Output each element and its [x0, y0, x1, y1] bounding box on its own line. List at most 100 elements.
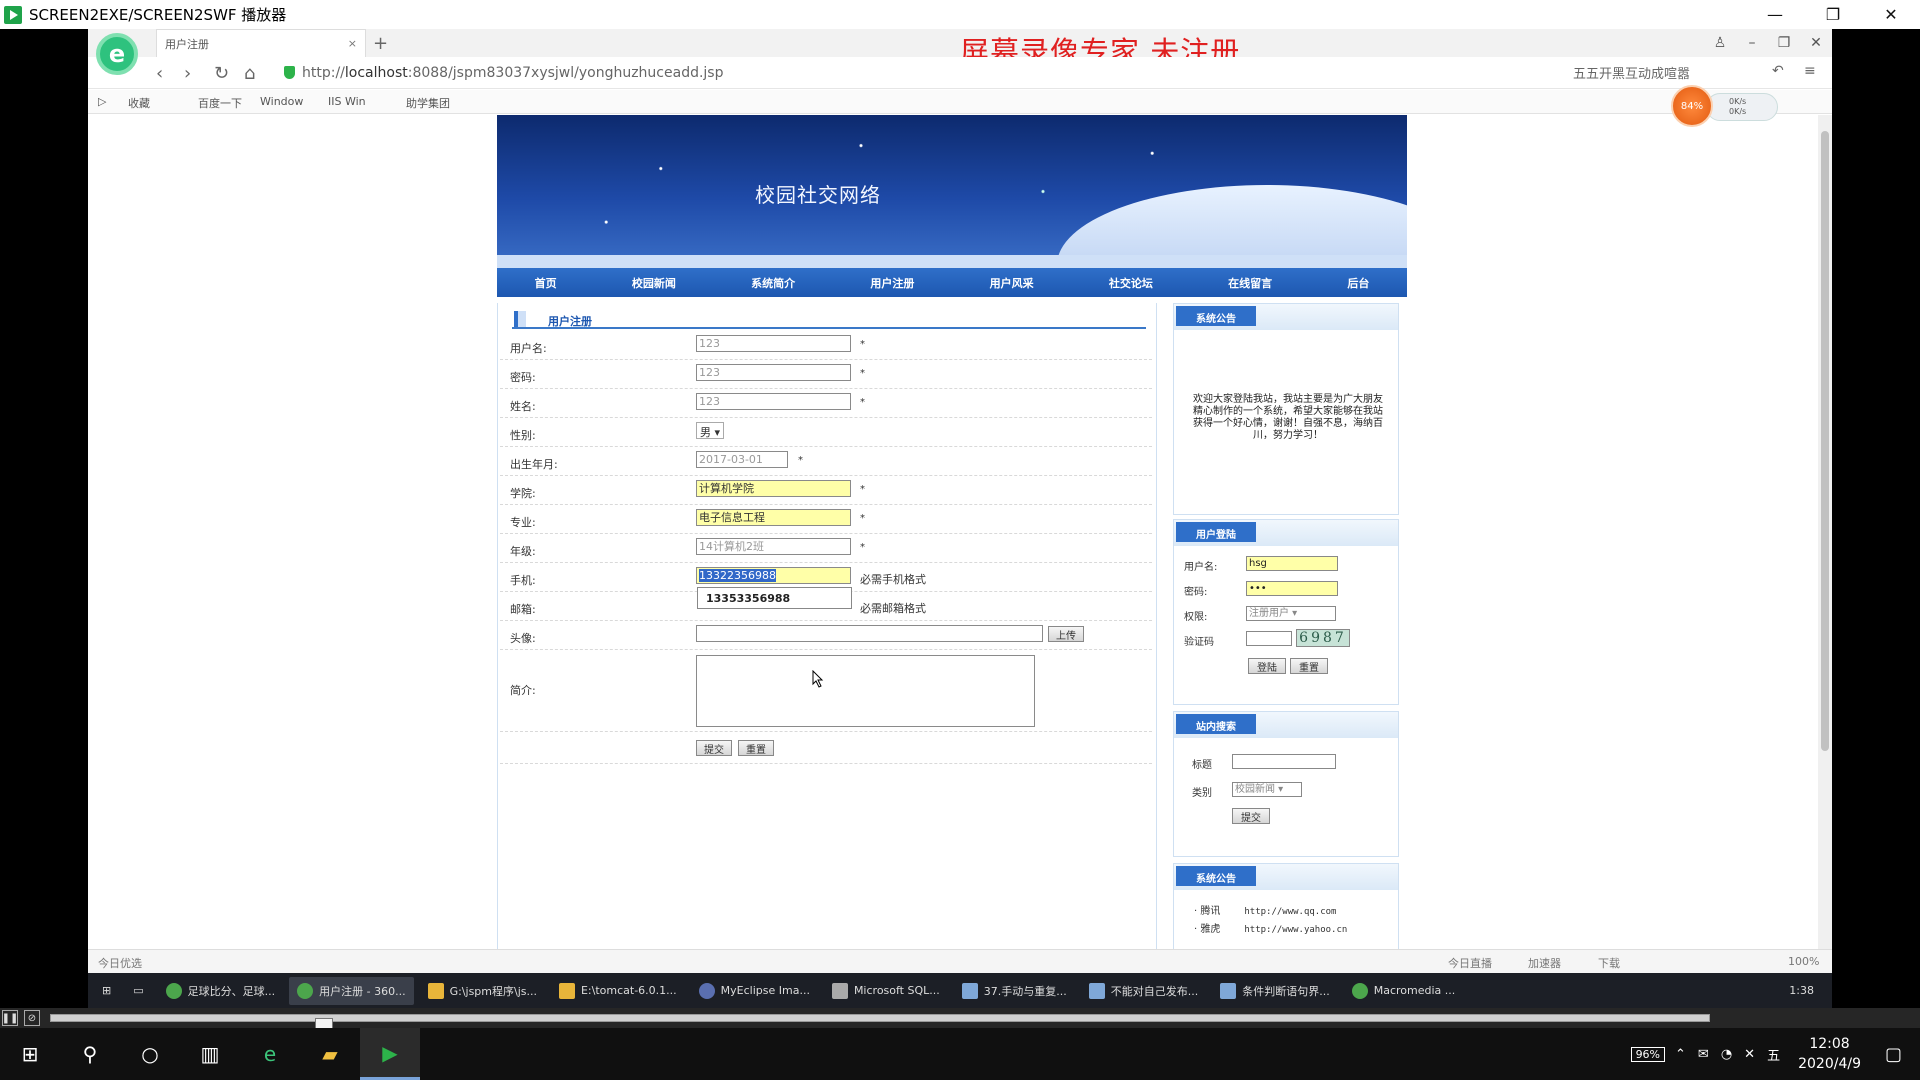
- login-user-input[interactable]: hsg: [1246, 556, 1338, 571]
- taskbar-item[interactable]: 条件判断语句界...: [1212, 977, 1338, 1005]
- status-today-picks[interactable]: 今日优选: [98, 955, 142, 971]
- nav-messages[interactable]: 在线留言: [1228, 275, 1272, 291]
- file-explorer-icon[interactable]: ▰: [300, 1028, 360, 1080]
- taskbar-item[interactable]: 足球比分、足球...: [158, 977, 284, 1005]
- bookmark-baidu[interactable]: 百度一下: [198, 95, 242, 111]
- home-icon[interactable]: ⌂: [244, 63, 255, 84]
- submit-button[interactable]: 提交: [696, 740, 732, 756]
- taskbar-item[interactable]: Macromedia ...: [1344, 977, 1464, 1005]
- cortana-icon[interactable]: ○: [120, 1028, 180, 1080]
- new-tab-button[interactable]: +: [373, 33, 388, 54]
- tab-close-icon[interactable]: ×: [348, 37, 357, 50]
- link-item[interactable]: · 雅虎 http://www.yahoo.cn: [1194, 920, 1347, 935]
- refresh-icon[interactable]: ↻: [214, 63, 229, 84]
- sidebar-toggle-icon[interactable]: ▷: [98, 95, 106, 108]
- bookmark-iis[interactable]: IIS Win: [328, 95, 366, 108]
- taskbar-item[interactable]: MyEclipse Ima...: [691, 977, 818, 1005]
- birthdate-input[interactable]: 2017-03-01: [696, 451, 788, 468]
- pause-icon[interactable]: ❚❚: [2, 1010, 18, 1026]
- nav-admin[interactable]: 后台: [1347, 275, 1369, 291]
- username-input[interactable]: 123: [696, 335, 851, 352]
- nav-home[interactable]: 首页: [535, 275, 557, 291]
- volume-mute-icon[interactable]: ✕: [1744, 1047, 1755, 1062]
- taskbar-item[interactable]: 不能对自己发布...: [1081, 977, 1207, 1005]
- close-button[interactable]: ✕: [1862, 0, 1920, 29]
- avatar-input[interactable]: [696, 625, 1043, 642]
- reset-button[interactable]: 重置: [738, 740, 774, 756]
- forward-icon[interactable]: ›: [184, 63, 191, 84]
- captcha-input[interactable]: [1246, 631, 1292, 646]
- phone-input[interactable]: 13322356988: [696, 567, 851, 584]
- bookmark-favorites[interactable]: 收藏: [128, 95, 150, 111]
- taskbar-item[interactable]: 用户注册 - 360...: [289, 976, 414, 1005]
- task-view-icon[interactable]: ▭: [125, 977, 151, 1005]
- name-input[interactable]: 123: [696, 393, 851, 410]
- nav-forum[interactable]: 社交论坛: [1109, 275, 1153, 291]
- taskbar-item[interactable]: E:\tomcat-6.0.1...: [551, 977, 685, 1005]
- bookmark-zhuxue[interactable]: 助学集团: [406, 95, 450, 111]
- nav-user-gallery[interactable]: 用户风采: [990, 275, 1034, 291]
- url-field[interactable]: http://localhost:8088/jspm83037xysjwl/yo…: [302, 65, 724, 81]
- menu-icon[interactable]: ≡: [1804, 63, 1816, 79]
- taskbar-item[interactable]: 37.手动与重复...: [954, 977, 1075, 1005]
- show-hidden-icon[interactable]: ⌃: [1675, 1047, 1686, 1062]
- nav-about[interactable]: 系统简介: [751, 275, 795, 291]
- nav-campus-news[interactable]: 校园新闻: [632, 275, 676, 291]
- search-box[interactable]: 五五开黑互动成喧嚣: [1573, 63, 1753, 82]
- 360-browser-icon[interactable]: e: [240, 1028, 300, 1080]
- windows-start-icon[interactable]: ⊞: [0, 1028, 60, 1080]
- undo-icon[interactable]: ↶: [1772, 63, 1784, 79]
- search-icon[interactable]: ⚲: [60, 1028, 120, 1080]
- taskbar-item[interactable]: G:\jspm程序\js...: [420, 977, 545, 1005]
- minimize-button[interactable]: —: [1746, 0, 1804, 29]
- screen-player-icon[interactable]: ▶: [360, 1028, 420, 1080]
- notifications-icon[interactable]: ▢: [1885, 1044, 1902, 1065]
- gender-select[interactable]: 男 ▾: [696, 422, 725, 439]
- ime-indicator[interactable]: 五: [1767, 1045, 1780, 1064]
- required-mark: *: [860, 397, 865, 408]
- grade-input[interactable]: 14计算机2班: [696, 538, 851, 555]
- login-reset-button[interactable]: 重置: [1290, 658, 1328, 674]
- login-button[interactable]: 登陆: [1248, 658, 1286, 674]
- nav-register[interactable]: 用户注册: [870, 275, 914, 291]
- required-mark: *: [860, 339, 865, 350]
- college-input[interactable]: 计算机学院: [696, 480, 851, 497]
- wifi-icon[interactable]: ◔: [1721, 1047, 1732, 1062]
- status-zoom[interactable]: 100%: [1788, 955, 1819, 968]
- search-title-input[interactable]: [1232, 754, 1336, 769]
- 360-browser-logo[interactable]: e: [96, 33, 138, 75]
- page-scrollbar[interactable]: [1818, 115, 1832, 949]
- upload-button[interactable]: 上传: [1048, 626, 1084, 642]
- status-download[interactable]: 下载: [1598, 955, 1620, 971]
- taskbar-item[interactable]: Microsoft SQL...: [824, 977, 948, 1005]
- playback-track[interactable]: [50, 1014, 1710, 1032]
- autocomplete-suggestion[interactable]: 13353356988: [697, 587, 852, 609]
- tab-user-register[interactable]: 用户注册 ×: [156, 29, 366, 57]
- stop-icon[interactable]: ⊘: [24, 1010, 40, 1026]
- browser-minimize-icon[interactable]: –: [1736, 35, 1768, 51]
- search-type-select[interactable]: 校园新闻 ▾: [1232, 782, 1302, 797]
- scrollbar-thumb[interactable]: [1821, 131, 1829, 751]
- bookmark-window[interactable]: Window: [260, 95, 303, 108]
- search-submit-button[interactable]: 提交: [1232, 808, 1270, 824]
- status-live[interactable]: 今日直播: [1448, 955, 1492, 971]
- browser-restore-icon[interactable]: ❐: [1768, 35, 1800, 51]
- link-item[interactable]: · 腾讯 http://www.qq.com: [1194, 902, 1336, 917]
- major-input[interactable]: 电子信息工程: [696, 509, 851, 526]
- captcha-image[interactable]: 6987: [1296, 629, 1350, 647]
- start-icon[interactable]: ⊞: [94, 977, 119, 1005]
- speed-ball[interactable]: 84%: [1671, 85, 1713, 127]
- status-accelerator[interactable]: 加速器: [1528, 955, 1561, 971]
- login-role-select[interactable]: 注册用户 ▾: [1246, 606, 1336, 621]
- browser-close-icon[interactable]: ✕: [1800, 35, 1832, 51]
- restore-button[interactable]: ❐: [1804, 0, 1862, 29]
- wechat-icon[interactable]: ✉: [1698, 1047, 1709, 1062]
- intro-textarea[interactable]: [696, 655, 1035, 727]
- login-pwd-input[interactable]: •••: [1246, 581, 1338, 596]
- task-view-icon[interactable]: ▥: [180, 1028, 240, 1080]
- password-input[interactable]: 123: [696, 364, 851, 381]
- system-clock[interactable]: 12:08 2020/4/9: [1798, 1034, 1861, 1074]
- back-icon[interactable]: ‹: [156, 63, 163, 84]
- battery-indicator[interactable]: 96%: [1630, 1046, 1666, 1062]
- shirt-icon[interactable]: ♙: [1704, 35, 1736, 51]
